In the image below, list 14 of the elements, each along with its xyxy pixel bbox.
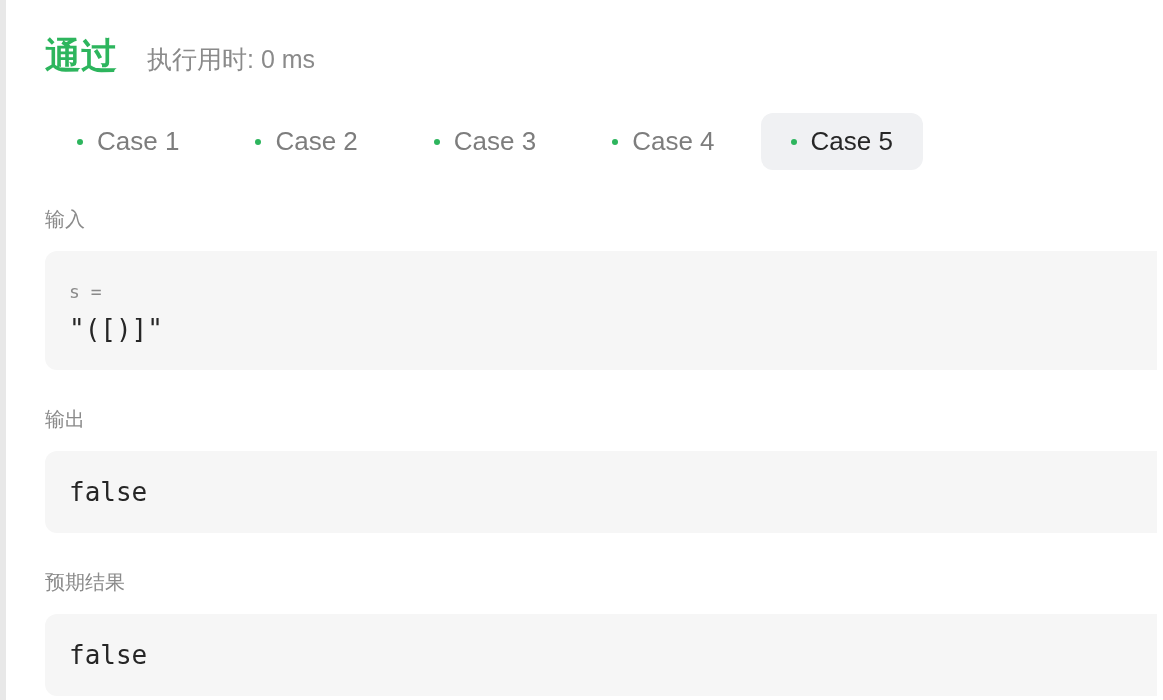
section-label: 预期结果 (45, 569, 126, 596)
result-status: 通过 (45, 34, 117, 78)
section-label: 输入 (45, 206, 86, 233)
section-label: 输出 (45, 406, 86, 433)
case-tab[interactable]: Case 2 (225, 113, 388, 170)
case-tab[interactable]: Case 4 (582, 113, 745, 170)
output-value: false (69, 477, 149, 507)
runtime-label: 执行用时: 0 ms (147, 44, 316, 75)
case-tab[interactable]: Case 5 (760, 113, 923, 170)
case-tab[interactable]: Case 3 (403, 113, 567, 170)
output-value: false (69, 640, 149, 670)
case-tab[interactable]: Case 1 (47, 113, 210, 170)
param-value: "([)]" (69, 314, 164, 344)
param-name: s = (69, 281, 103, 302)
